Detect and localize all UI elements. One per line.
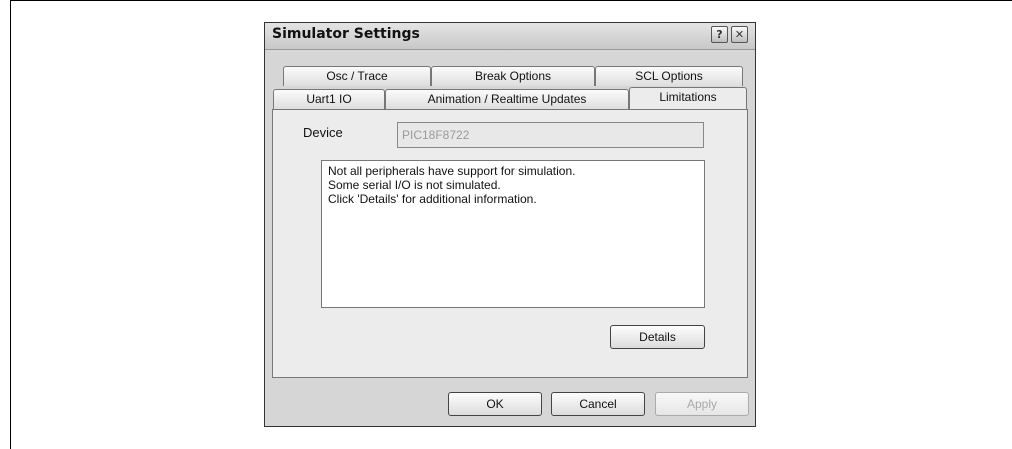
simulator-settings-dialog: Simulator Settings ? ✕ Osc / Trace Break… bbox=[264, 22, 756, 427]
tab-uart1-io[interactable]: Uart1 IO bbox=[273, 89, 385, 109]
close-icon[interactable]: ✕ bbox=[731, 26, 748, 43]
apply-button[interactable]: Apply bbox=[655, 392, 749, 416]
message-line: Not all peripherals have support for sim… bbox=[328, 164, 576, 178]
ok-button[interactable]: OK bbox=[448, 392, 542, 416]
device-field: PIC18F8722 bbox=[397, 122, 704, 148]
tab-scl-options[interactable]: SCL Options bbox=[595, 66, 743, 86]
dialog-title: Simulator Settings bbox=[272, 26, 420, 42]
message-line: Some serial I/O is not simulated. bbox=[328, 178, 501, 192]
help-icon[interactable]: ? bbox=[711, 26, 728, 43]
tab-limitations[interactable]: Limitations bbox=[629, 87, 747, 109]
title-bar[interactable]: Simulator Settings ? ✕ bbox=[265, 23, 755, 50]
tab-animation-realtime-updates[interactable]: Animation / Realtime Updates bbox=[385, 89, 629, 109]
details-button[interactable]: Details bbox=[610, 325, 705, 349]
tab-break-options[interactable]: Break Options bbox=[431, 66, 595, 86]
tab-osc-trace[interactable]: Osc / Trace bbox=[283, 66, 431, 86]
device-label: Device bbox=[303, 125, 343, 140]
message-line: Click 'Details' for additional informati… bbox=[328, 192, 537, 206]
cancel-button[interactable]: Cancel bbox=[551, 392, 645, 416]
limitations-message-box: Not all peripherals have support for sim… bbox=[321, 160, 705, 308]
